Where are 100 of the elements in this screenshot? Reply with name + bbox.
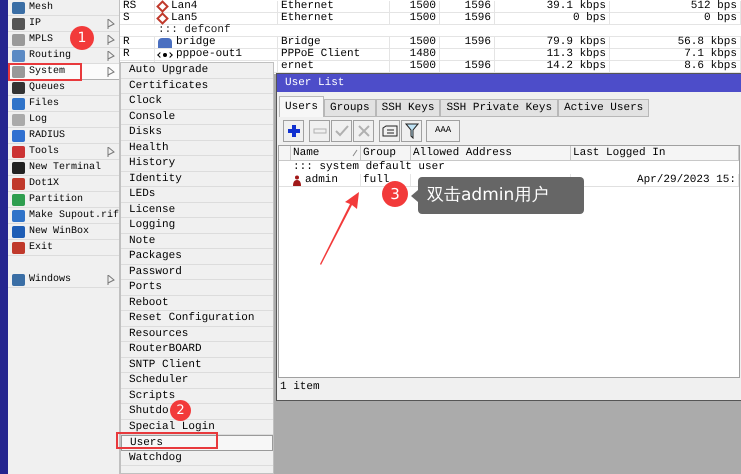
sidebar-item[interactable]: RADIUS — [8, 128, 119, 144]
sidebar-item[interactable]: New WinBox — [8, 224, 119, 240]
submenu-item[interactable]: LEDs — [121, 187, 273, 202]
tab[interactable]: SSH Keys — [376, 99, 440, 117]
menu-item-icon — [12, 66, 25, 78]
tab[interactable]: Groups — [324, 99, 376, 117]
submenu-item[interactable]: Certificates — [121, 78, 273, 94]
table-cell: 39.1 kbps — [546, 1, 606, 12]
sidebar-item[interactable]: Windows — [8, 272, 119, 288]
submenu-item[interactable]: Health — [121, 140, 273, 156]
table-cell: 1596 — [464, 1, 491, 12]
menu-item-icon — [12, 18, 25, 30]
table-cell: 0 bps — [704, 13, 737, 24]
menu-item-icon — [12, 194, 25, 206]
submenu-item[interactable]: Ports — [121, 280, 273, 296]
menu-item-icon — [12, 130, 25, 142]
menu-item-icon — [12, 146, 25, 158]
toolbar-button[interactable] — [283, 120, 304, 142]
sidebar-item[interactable]: Log — [8, 112, 119, 128]
table-cell: Lan4 — [171, 1, 198, 12]
menu-item-icon — [12, 114, 25, 126]
submenu-item[interactable]: Resources — [121, 326, 273, 342]
toolbar-button[interactable] — [379, 120, 400, 142]
check-icon — [334, 125, 348, 137]
submenu-item[interactable]: Disks — [121, 125, 273, 140]
user-icon — [293, 174, 301, 186]
tab[interactable]: SSH Private Keys — [440, 99, 558, 117]
menu-item-icon — [12, 210, 25, 222]
submenu-item[interactable]: Scheduler — [121, 373, 273, 388]
tab[interactable]: Active Users — [558, 99, 650, 117]
submenu-item[interactable]: Users — [121, 435, 273, 450]
table-cell: Ethernet — [281, 1, 334, 12]
submenu-item[interactable]: SNTP Client — [121, 358, 273, 373]
submenu-item[interactable]: Auto Upgrade — [121, 63, 273, 78]
status-text: 1 item — [280, 380, 320, 395]
toolbar-button[interactable]: AAA — [426, 120, 460, 142]
submenu-arrow-icon — [107, 51, 115, 61]
submenu-arrow-icon — [107, 35, 115, 45]
menu-item-icon — [12, 2, 25, 14]
table-cell: 1596 — [464, 13, 491, 24]
menu-item-icon — [12, 242, 25, 254]
submenu-item[interactable]: History — [121, 156, 273, 172]
submenu-item[interactable]: Reset Configuration — [121, 311, 273, 326]
sidebar-item[interactable]: Queues — [8, 80, 119, 96]
column-header[interactable]: Allowed Address — [411, 146, 571, 160]
sidebar-item[interactable]: Partition — [8, 192, 119, 208]
sidebar-item[interactable]: Files — [8, 96, 119, 112]
submenu-item[interactable]: RouterBOARD — [121, 342, 273, 358]
table-cell: 1500 — [410, 37, 436, 48]
sidebar-item[interactable]: Dot1X — [8, 176, 119, 192]
submenu-item[interactable]: Password — [121, 264, 273, 280]
table-cell: R — [123, 49, 130, 60]
table-cell: 1596 — [464, 61, 491, 72]
menu-item-icon — [12, 162, 25, 174]
interface-icon — [156, 12, 169, 25]
comment-row: ::: defconf — [158, 25, 231, 36]
table-cell: 1500 — [410, 1, 436, 12]
submenu-item[interactable]: Watchdog — [121, 450, 273, 466]
submenu-arrow-icon — [107, 67, 115, 77]
table-cell: 8.6 kbps — [684, 61, 737, 72]
note-icon — [382, 125, 398, 137]
window-title: User List — [285, 76, 344, 91]
sidebar-item[interactable]: Mesh — [8, 0, 119, 16]
submenu-item[interactable]: Note — [121, 234, 273, 249]
table-cell: Lan5 — [171, 13, 198, 24]
table-cell: 79.9 kbps — [546, 37, 606, 48]
submenu-arrow-icon — [107, 19, 115, 29]
submenu-item[interactable]: Packages — [121, 249, 273, 264]
column-header[interactable]: Last Logged In — [571, 146, 739, 160]
toolbar-button[interactable] — [401, 120, 422, 142]
sidebar-item[interactable]: Exit — [8, 240, 119, 256]
table-cell: 1500 — [410, 61, 436, 72]
table-cell: ernet — [281, 61, 314, 72]
submenu-item[interactable]: Logging — [121, 218, 273, 234]
filter-icon — [404, 123, 418, 139]
submenu-item[interactable]: Clock — [121, 94, 273, 110]
table-cell: 1596 — [464, 37, 491, 48]
submenu-item[interactable]: Identity — [121, 172, 273, 187]
plus-icon — [286, 124, 300, 138]
submenu-item[interactable]: License — [121, 202, 273, 218]
tab[interactable]: Users — [279, 96, 324, 117]
bridge-icon — [158, 38, 172, 48]
table-cell: 14.2 kbps — [546, 61, 606, 72]
menu-item-icon — [12, 226, 25, 238]
submenu-item[interactable]: Console — [121, 110, 273, 125]
sidebar-item[interactable]: New Terminal — [8, 160, 119, 176]
table-cell: 1500 — [410, 13, 436, 24]
table-cell: 0 bps — [572, 13, 606, 24]
submenu-arrow-icon — [107, 147, 115, 157]
callout: 双击admin用户 — [418, 177, 584, 214]
submenu-item[interactable]: Reboot — [121, 296, 273, 311]
table-cell: PPPoE Client — [281, 49, 360, 60]
menu-item-icon — [12, 82, 25, 94]
sidebar-item[interactable]: Make Supout.rif — [8, 208, 119, 224]
column-header[interactable]: Group — [361, 146, 411, 160]
menu-item-icon — [12, 50, 25, 62]
column-header[interactable]: Name — [291, 146, 361, 160]
menu-item-icon — [12, 178, 25, 190]
table-cell: RS — [123, 1, 136, 12]
sidebar-item[interactable]: Tools — [8, 144, 119, 160]
